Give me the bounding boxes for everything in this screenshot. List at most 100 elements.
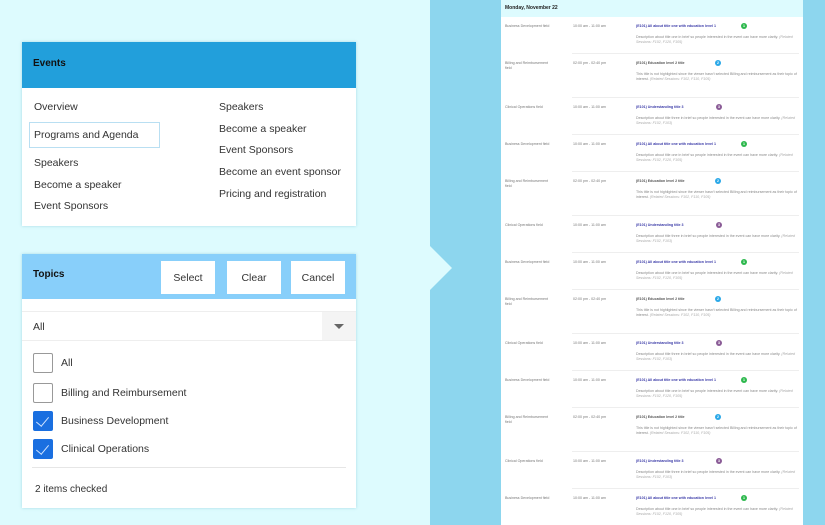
session-title[interactable]: (E101) Understanding title 3: [636, 341, 684, 346]
topics-title: Topics: [33, 269, 65, 280]
topics-card: Topics Select Clear Cancel All All Billin…: [22, 254, 356, 508]
session-description: Description about title three in brief s…: [636, 470, 801, 480]
session-title[interactable]: (E101) All about title one with educatio…: [636, 260, 716, 265]
cancel-button[interactable]: Cancel: [291, 261, 345, 294]
session-row: Business Development field 10:00 am - 11…: [501, 371, 803, 408]
session-title[interactable]: (E101) Education level 2 title: [636, 297, 685, 302]
events-card: Events Overview Programs and Agenda Spea…: [22, 42, 356, 226]
session-time: 10:00 am - 11:00 am: [573, 105, 606, 109]
menu-pricing-registration[interactable]: Pricing and registration: [219, 188, 326, 200]
session-description: Description about title one in brief so …: [636, 507, 801, 517]
session-time: 10:00 am - 11:00 am: [573, 142, 606, 146]
session-title[interactable]: (E101) Understanding title 3: [636, 459, 684, 464]
session-field: Billing and Reimbursement field: [505, 179, 548, 188]
level-badge: 2: [715, 296, 721, 302]
session-description: Description about title one in brief so …: [636, 271, 801, 281]
session-row: Billing and Reimbursement field 02:00 pm…: [501, 290, 803, 334]
session-title[interactable]: (E101) Education level 2 title: [636, 61, 685, 66]
session-title[interactable]: (E101) All about title one with educatio…: [636, 24, 716, 29]
session-description: Description about title three in brief s…: [636, 234, 801, 244]
session-row: Billing and Reimbursement field 02:00 pm…: [501, 408, 803, 452]
level-badge: 3: [716, 458, 722, 464]
level-badge: 1: [741, 141, 747, 147]
menu-speakers-2[interactable]: Speakers: [219, 101, 263, 113]
description-text: Description about title three in brief s…: [636, 352, 781, 356]
menu-event-sponsors-2[interactable]: Event Sponsors: [219, 144, 293, 156]
session-title[interactable]: (E101) All about title one with educatio…: [636, 496, 716, 501]
description-text: Description about title one in brief so …: [636, 507, 779, 511]
session-title[interactable]: (E101) All about title one with educatio…: [636, 378, 716, 383]
level-badge: 2: [715, 414, 721, 420]
related-sessions: (Related Sessions: F102, F110, F105): [649, 431, 711, 435]
select-button[interactable]: Select: [161, 261, 215, 294]
session-time: 02:00 pm - 02:40 pm: [573, 179, 607, 183]
level-badge: 1: [741, 377, 747, 383]
checkbox-billing-and-reimbursement[interactable]: [33, 383, 53, 403]
checkbox-business-development[interactable]: [33, 411, 53, 431]
session-time: 10:00 am - 11:00 am: [573, 24, 606, 28]
description-text: Description about title one in brief so …: [636, 271, 779, 275]
session-time: 02:00 pm - 02:40 pm: [573, 415, 607, 419]
session-title[interactable]: (E101) Understanding title 3: [636, 105, 684, 110]
session-time: 10:00 am - 11:00 am: [573, 378, 606, 382]
session-field: Business Development field: [505, 260, 550, 264]
session-field: Business Development field: [505, 142, 550, 146]
topics-dropdown[interactable]: All: [22, 311, 356, 341]
session-row: Business Development field 10:00 am - 11…: [501, 253, 803, 290]
dropdown-value: All: [33, 321, 45, 333]
level-badge: 1: [741, 495, 747, 501]
topics-header: Topics Select Clear Cancel: [22, 254, 356, 299]
session-description: This title is not highlighted since the …: [636, 308, 801, 318]
session-field: Business Development field: [505, 496, 550, 500]
session-description: Description about title one in brief so …: [636, 153, 801, 163]
clear-button[interactable]: Clear: [227, 261, 281, 294]
session-field: Clinical Operations field: [505, 341, 543, 345]
level-badge: 3: [716, 222, 722, 228]
checkbox-label: Clinical Operations: [61, 443, 150, 455]
menu-event-sponsors[interactable]: Event Sponsors: [34, 200, 108, 212]
chevron-down-icon[interactable]: [322, 312, 356, 340]
session-row: Clinical Operations field 10:00 am - 11:…: [501, 98, 803, 135]
description-text: Description about title one in brief so …: [636, 389, 779, 393]
menu-become-speaker-2[interactable]: Become a speaker: [219, 123, 307, 135]
description-text: Description about title one in brief so …: [636, 153, 779, 157]
session-row: Business Development field 10:00 am - 11…: [501, 17, 803, 54]
menu-overview[interactable]: Overview: [34, 101, 78, 113]
session-description: This title is not highlighted since the …: [636, 72, 801, 82]
session-description: Description about title one in brief so …: [636, 35, 801, 45]
session-title[interactable]: (E101) Understanding title 3: [636, 223, 684, 228]
related-sessions: (Related Sessions: F102, F110, F105): [649, 77, 711, 81]
session-time: 10:00 am - 11:00 am: [573, 260, 606, 264]
menu-programs-and-agenda[interactable]: Programs and Agenda: [29, 122, 160, 148]
session-field: Clinical Operations field: [505, 105, 543, 109]
menu-speakers[interactable]: Speakers: [34, 157, 78, 169]
session-description: This title is not highlighted since the …: [636, 426, 801, 436]
checkbox-label: Business Development: [61, 415, 169, 427]
checkbox-clinical-operations[interactable]: [33, 439, 53, 459]
description-text: Description about title three in brief s…: [636, 234, 781, 238]
checkbox-label: Billing and Reimbursement: [61, 387, 187, 399]
checkbox-all[interactable]: [33, 353, 53, 373]
session-time: 10:00 am - 11:00 am: [573, 341, 606, 345]
session-description: Description about title three in brief s…: [636, 352, 801, 362]
session-field: Billing and Reimbursement field: [505, 61, 548, 70]
menu-become-speaker[interactable]: Become a speaker: [34, 179, 122, 191]
description-text: Description about title three in brief s…: [636, 116, 781, 120]
schedule-page: Monday, November 22 Business Development…: [501, 0, 803, 525]
session-title[interactable]: (E101) Education level 2 title: [636, 179, 685, 184]
level-badge: 2: [715, 178, 721, 184]
session-title[interactable]: (E101) Education level 2 title: [636, 415, 685, 420]
session-time: 02:00 pm - 02:40 pm: [573, 297, 607, 301]
session-title[interactable]: (E101) All about title one with educatio…: [636, 142, 716, 147]
level-badge: 2: [715, 60, 721, 66]
level-badge: 1: [741, 259, 747, 265]
pointer-arrow: [430, 246, 452, 290]
session-field: Clinical Operations field: [505, 223, 543, 227]
session-row: Billing and Reimbursement field 02:00 pm…: [501, 172, 803, 216]
menu-become-event-sponsor[interactable]: Become an event sponsor: [219, 166, 341, 178]
session-row: Business Development field 10:00 am - 11…: [501, 135, 803, 172]
description-text: Description about title three in brief s…: [636, 470, 781, 474]
level-badge: 3: [716, 104, 722, 110]
session-time: 10:00 am - 11:00 am: [573, 496, 606, 500]
level-badge: 3: [716, 340, 722, 346]
